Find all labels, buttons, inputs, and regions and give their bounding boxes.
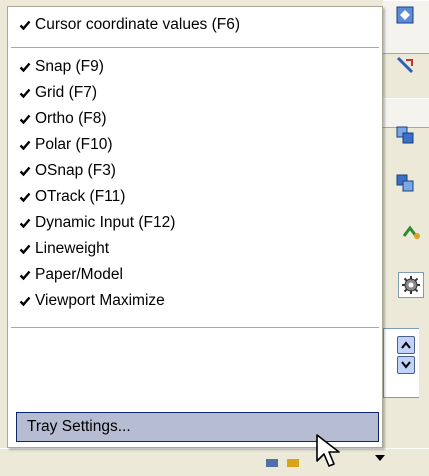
chevron-up-icon [401, 341, 411, 349]
checkmark-icon [9, 140, 33, 151]
chevron-down-icon [401, 361, 411, 369]
menu-item-dynamic-input[interactable]: Dynamic Input (F12) [9, 211, 381, 235]
checkmark-icon [9, 218, 33, 229]
tool-icon [396, 56, 414, 74]
menu-separator [11, 327, 379, 328]
menu-item-grid[interactable]: Grid (F7) [9, 81, 381, 105]
menu-item-label: OTrack (F11) [35, 188, 126, 205]
tool-icon [396, 174, 414, 192]
menu-item-label: Polar (F10) [35, 136, 113, 153]
menu-item-cursor-coordinates[interactable]: Cursor coordinate values (F6) [9, 13, 381, 37]
checkmark-icon [9, 166, 33, 177]
menu-item-polar[interactable]: Polar (F10) [9, 133, 381, 157]
scroll-down-button[interactable] [397, 356, 415, 374]
menu-item-label: Dynamic Input (F12) [35, 214, 176, 231]
tool-icon [396, 6, 414, 24]
menu-item-label: Snap (F9) [35, 58, 104, 75]
menu-item-osnap[interactable]: OSnap (F3) [9, 159, 381, 183]
menu-item-label: Tray Settings... [27, 418, 131, 435]
tool-icon [402, 225, 420, 239]
scroll-up-button[interactable] [397, 336, 415, 354]
checkmark-icon [9, 296, 33, 307]
checkmark-icon [9, 270, 33, 281]
menu-item-label: Cursor coordinate values (F6) [35, 16, 241, 33]
toolbar-tool-icon-2[interactable] [392, 52, 418, 78]
menu-item-otrack[interactable]: OTrack (F11) [9, 185, 381, 209]
toolbar-tool-icon-5[interactable] [398, 220, 424, 246]
menu-item-viewport-maximize[interactable]: Viewport Maximize [9, 289, 381, 313]
gear-icon [402, 276, 420, 294]
checkmark-icon [9, 114, 33, 125]
menu-item-label: Paper/Model [35, 266, 123, 283]
menu-item-ortho[interactable]: Ortho (F8) [9, 107, 381, 131]
checkmark-icon [9, 20, 33, 31]
status-bar [0, 448, 429, 472]
toolbar-tool-icon-3[interactable] [392, 122, 418, 148]
arrow-cursor-icon [315, 433, 349, 476]
menu-separator [11, 47, 379, 48]
toolbar-tool-icon-1[interactable] [392, 2, 418, 28]
tray-icon [266, 459, 278, 467]
status-tray-icon-2[interactable] [286, 455, 300, 474]
menu-item-paper-model[interactable]: Paper/Model [9, 263, 381, 287]
menu-item-label: Grid (F7) [35, 84, 97, 101]
triangle-down-icon[interactable] [375, 455, 385, 461]
checkmark-icon [9, 62, 33, 73]
menu-item-lineweight[interactable]: Lineweight [9, 237, 381, 261]
menu-item-label: OSnap (F3) [35, 162, 116, 179]
menu-item-label: Lineweight [35, 240, 110, 257]
menu-item-snap[interactable]: Snap (F9) [9, 55, 381, 79]
toolbar-tool-icon-6[interactable] [398, 272, 424, 298]
toolbar-tool-icon-4[interactable] [392, 170, 418, 196]
checkmark-icon [9, 244, 33, 255]
status-tray-context-menu: Cursor coordinate values (F6) Snap (F9) … [7, 6, 383, 448]
checkmark-icon [9, 88, 33, 99]
status-tray-icon-1[interactable] [265, 455, 279, 474]
checkmark-icon [9, 192, 33, 203]
menu-item-label: Ortho (F8) [35, 110, 107, 127]
tray-icon [287, 459, 299, 467]
menu-item-label: Viewport Maximize [35, 292, 165, 309]
tool-icon [396, 126, 414, 144]
